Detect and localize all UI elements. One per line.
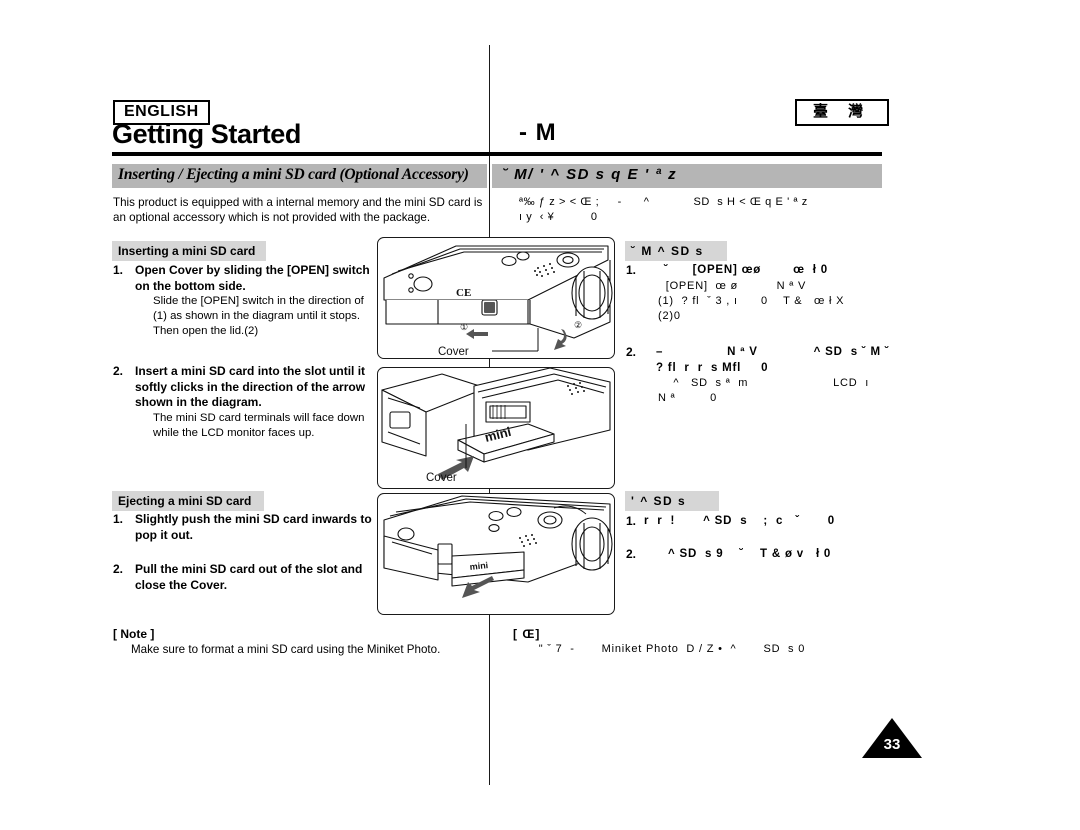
step-number: 1.: [113, 263, 124, 277]
svg-text:①: ①: [460, 322, 468, 332]
step-number: 2.: [626, 345, 637, 359]
step-text: shown in the diagram.: [135, 395, 262, 409]
step-insert-1-english: 1. Open Cover by sliding the [OPEN] swit…: [113, 263, 373, 339]
step-text: Insert a mini SD card into the slot unti…: [135, 364, 366, 378]
step-eject-2-chinese: 2. ^ SD s 9 ˘ T & ø v ł 0: [626, 547, 906, 563]
step-text: – N ª V ^ SD s ˘ M ˘: [648, 346, 890, 358]
step-subtext: Then open the lid.(2): [153, 325, 259, 337]
intro-chinese-line-2: ı y ‹ ¥ 0: [519, 211, 598, 223]
header-divider-rule: [112, 152, 882, 156]
camera-bottom-illustration: CE ① ② Cover: [383, 245, 613, 358]
step-eject-1-english: 1. Slightly push the mini SD card inward…: [113, 512, 373, 543]
step-subtext: Slide the [OPEN] switch in the direction…: [153, 295, 364, 307]
step-subtext: [OPEN] œ ø N ª V: [658, 279, 807, 292]
figure-insert-card-diagram: mini Cover: [377, 367, 615, 489]
step-eject-1-chinese: 1. r r ! ^ SD s ; c ˇ 0: [626, 514, 906, 530]
subheading-inserting-chinese: ˘ M ^ SD s: [625, 241, 727, 261]
step-number: 2.: [113, 364, 124, 378]
step-insert-1-chinese: 1. ˘ [OPEN] œø œ ł 0 [OPEN] œ ø N ª V (1…: [626, 263, 896, 324]
step-subtext: N ª 0: [658, 392, 718, 404]
step-text: pop it out.: [135, 527, 193, 542]
page-number-badge: 33: [862, 718, 922, 762]
topic-title-english: Inserting / Ejecting a mini SD card (Opt…: [118, 166, 469, 183]
step-eject-2-english: 2. Pull the mini SD card out of the slot…: [113, 562, 373, 593]
page-title-chinese: - M: [519, 119, 557, 146]
subheading-ejecting-english: Ejecting a mini SD card: [112, 491, 264, 511]
card-eject-illustration: mini: [383, 495, 613, 598]
step-number: 1.: [626, 514, 637, 528]
topic-bar-chinese: ˘ M/ ' ^ SD s q E ' ª z: [492, 164, 882, 188]
step-text: softly clicks in the direction of the ar…: [135, 379, 366, 394]
step-text: Open Cover by sliding the [OPEN] switch: [135, 263, 370, 277]
step-subtext: while the LCD monitor faces up.: [153, 426, 315, 439]
figure1-cover-label: Cover: [438, 346, 469, 358]
step-text: r r ! ^ SD s ; c ˇ 0: [644, 515, 835, 527]
page-number-text: 33: [883, 736, 901, 753]
figure3-card-brand-text: mini: [469, 560, 488, 572]
step-insert-2-english: 2. Insert a mini SD card into the slot u…: [113, 364, 373, 441]
topic-title-chinese: ˘ M/ ' ^ SD s q E ' ª z: [502, 166, 678, 183]
ce-mark-icon: CE: [456, 287, 471, 299]
page-title-english: Getting Started: [112, 119, 302, 149]
step-subtext: The mini SD card terminals will face dow…: [153, 411, 365, 424]
step-text: ^ SD s 9 ˘ T & ø v ł 0: [644, 548, 832, 560]
step-number: 2.: [626, 547, 637, 561]
figure-eject-card-diagram: mini: [377, 493, 615, 615]
step-text: ? fl r r s Mfl 0: [648, 361, 769, 374]
intro-chinese-line-1: ª‰ ƒ z > < Œ ; - ^ SD s H < Œ q E ' ª z: [519, 196, 808, 208]
step-text: Pull the mini SD card out of the slot an…: [135, 562, 363, 576]
step-number: 2.: [113, 562, 124, 576]
manual-page: ENGLISH 臺 灣 Getting Started - M Insertin…: [0, 0, 1080, 830]
step-text: close the Cover.: [135, 577, 228, 592]
step-insert-2-chinese: 2. – N ª V ^ SD s ˘ M ˘ ? fl r r s Mfl 0…: [626, 345, 906, 406]
note-title: [ Œ]: [513, 627, 541, 641]
step-text: on the bottom side.: [135, 278, 246, 293]
intro-paragraph-chinese: ª‰ ƒ z > < Œ ; - ^ SD s H < Œ q E ' ª z …: [519, 195, 879, 225]
subheading-ejecting-chinese: ' ^ SD s: [625, 491, 719, 511]
step-subtext: (2)0: [658, 309, 681, 322]
note-text: " ˇ 7 - Miniket Photo D / Z • ^ SD s 0: [531, 643, 806, 655]
intro-paragraph-english: This product is equipped with a internal…: [113, 196, 483, 224]
topic-bar-english: Inserting / Ejecting a mini SD card (Opt…: [112, 164, 487, 188]
step-number: 1.: [113, 512, 124, 526]
note-title: [ Note ]: [113, 627, 155, 641]
region-badge: 臺 灣: [795, 99, 890, 126]
step-subtext: ^ SD s ª m LCD ı: [658, 377, 870, 389]
figure2-cover-label: Cover: [426, 472, 457, 484]
step-text: Slightly push the mini SD card inwards t…: [135, 512, 372, 526]
subheading-inserting-english: Inserting a mini SD card: [112, 241, 266, 261]
step-subtext: (1) as shown in the diagram until it sto…: [153, 310, 361, 322]
step-text: ˘ [OPEN] œø œ ł 0: [648, 264, 828, 276]
figure-open-cover-diagram: CE ① ② Cover: [377, 237, 615, 359]
svg-text:②: ②: [574, 320, 582, 330]
note-block-english: [ Note ] Make sure to format a mini SD c…: [113, 627, 483, 656]
note-block-chinese: [ Œ] " ˇ 7 - Miniket Photo D / Z • ^ SD …: [513, 627, 893, 655]
step-subtext: (1) ? fl ˇ 3 , ı 0 T & œ ł X: [658, 294, 845, 307]
card-insert-illustration: mini Cover: [381, 368, 611, 484]
step-number: 1.: [626, 263, 637, 277]
note-text: Make sure to format a mini SD card using…: [131, 643, 441, 656]
